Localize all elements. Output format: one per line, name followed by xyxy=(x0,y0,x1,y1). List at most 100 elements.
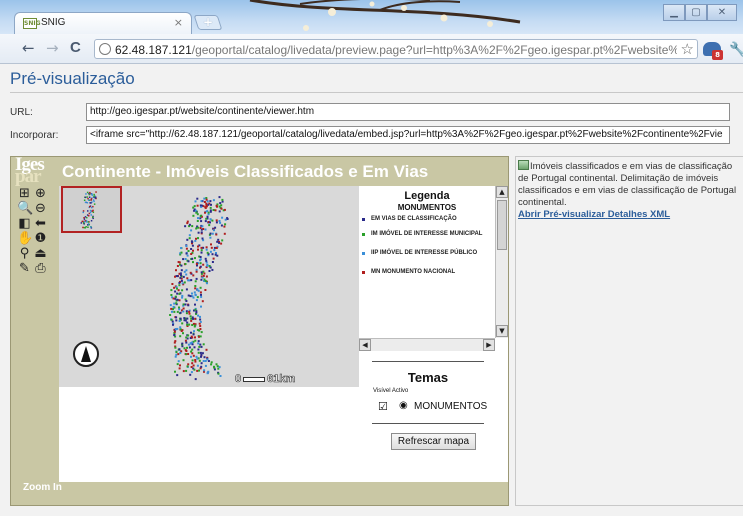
preview-link[interactable]: Pré-visualizar xyxy=(543,209,605,220)
details-link[interactable]: Detalhes xyxy=(608,209,648,220)
map-point xyxy=(184,263,187,265)
scroll-left-icon[interactable]: ◀ xyxy=(359,339,371,351)
map-point xyxy=(205,198,208,201)
zoom-previous-icon[interactable]: ◧ xyxy=(17,217,32,231)
reload-icon[interactable]: C xyxy=(70,39,81,56)
pan-hand-icon[interactable]: ✋ xyxy=(17,232,33,246)
zoom-mode-status: Zoom In xyxy=(23,482,62,493)
minimize-button[interactable]: ▁ xyxy=(663,4,685,21)
map-point xyxy=(198,359,201,362)
map-point xyxy=(177,360,180,363)
zoom-out-icon[interactable]: ⊖ xyxy=(33,202,48,216)
legend-title: Legenda xyxy=(404,190,450,202)
map-point xyxy=(176,292,179,295)
map-point xyxy=(190,355,192,358)
map-point xyxy=(221,216,224,219)
legend-item: MN MONUMENTO NACIONAL xyxy=(362,269,496,276)
map-point xyxy=(196,197,199,200)
open-link[interactable]: Abrir xyxy=(518,209,541,220)
map-point xyxy=(178,308,181,311)
map-point xyxy=(206,263,209,266)
overview-point xyxy=(87,210,89,212)
tab-close-icon[interactable]: × xyxy=(174,16,183,29)
refresh-map-button[interactable]: Refrescar mapa xyxy=(391,433,476,450)
map-point xyxy=(197,340,200,343)
map-point xyxy=(211,261,214,263)
map-point xyxy=(199,318,202,321)
map-point xyxy=(203,356,206,359)
map-point xyxy=(190,331,192,334)
find-binoculars-icon[interactable]: ⚲ xyxy=(17,247,32,261)
legend-swatch xyxy=(362,252,365,255)
map-point xyxy=(178,292,181,295)
new-tab-button[interactable]: + xyxy=(193,15,223,30)
map-point xyxy=(215,246,218,249)
scroll-right-icon[interactable]: ▶ xyxy=(483,339,495,351)
embed-field[interactable]: <iframe src="http://62.48.187.121/geopor… xyxy=(86,126,730,144)
map-point xyxy=(223,232,226,235)
layer-active-radio[interactable]: ◉ xyxy=(399,400,408,411)
map-point xyxy=(202,228,205,230)
layer-visible-checkbox[interactable]: ☑ xyxy=(378,400,388,413)
extension-badge: 8 xyxy=(712,50,723,60)
map-point xyxy=(184,339,187,342)
map-point xyxy=(181,322,184,325)
scroll-down-icon[interactable]: ▼ xyxy=(496,325,508,337)
legend-vertical-scrollbar[interactable]: ▲ ▼ xyxy=(495,186,508,338)
map-point xyxy=(193,291,196,294)
map-point xyxy=(200,249,203,252)
map-point xyxy=(170,294,173,296)
map-point xyxy=(181,294,184,297)
eraser-icon[interactable]: ✎ xyxy=(17,262,32,276)
map-point xyxy=(185,310,188,313)
wrench-menu-icon[interactable]: 🔧 xyxy=(729,42,743,58)
map-point xyxy=(179,335,182,338)
url-field[interactable]: http://geo.igespar.pt/website/continente… xyxy=(86,103,730,121)
map-point xyxy=(195,355,198,358)
map-point xyxy=(192,354,195,357)
print-icon[interactable]: ⎙ xyxy=(33,262,48,276)
measure-icon[interactable]: ⏏ xyxy=(33,247,48,261)
map-point xyxy=(209,250,212,253)
map-point xyxy=(176,298,179,301)
map-canvas[interactable]: 0 61km xyxy=(59,186,359,387)
map-point xyxy=(200,293,202,296)
map-point xyxy=(183,281,186,284)
legend-subtitle: MONUMENTOS xyxy=(397,203,457,212)
zoom-in-icon[interactable]: 🔍 xyxy=(17,202,33,216)
map-point xyxy=(203,201,206,203)
map-point xyxy=(188,237,191,240)
legend-horizontal-scrollbar[interactable]: ◀ ▶ xyxy=(359,338,495,351)
xml-link[interactable]: XML xyxy=(650,209,670,220)
map-point xyxy=(191,359,194,362)
bookmark-star-icon[interactable]: ☆ xyxy=(681,40,694,58)
map-point xyxy=(180,269,183,272)
scroll-thumb[interactable] xyxy=(497,200,507,250)
map-point xyxy=(197,217,199,220)
map-point xyxy=(195,227,198,230)
map-point xyxy=(187,250,190,252)
page-info-icon[interactable] xyxy=(99,43,111,55)
zoom-box-icon[interactable]: ⊕ xyxy=(33,187,48,201)
forward-icon[interactable]: → xyxy=(46,39,59,57)
overview-map[interactable] xyxy=(61,186,122,233)
map-point xyxy=(173,330,176,333)
map-point xyxy=(197,342,200,345)
legend-swatch xyxy=(362,233,365,236)
close-window-button[interactable]: ✕ xyxy=(707,4,737,21)
back-arrow-icon[interactable]: ⬅ xyxy=(33,217,48,231)
overview-point xyxy=(86,196,88,198)
map-point xyxy=(199,320,202,323)
maximize-button[interactable]: ▢ xyxy=(685,4,707,21)
overview-point xyxy=(84,196,87,199)
info-icon[interactable]: ❶ xyxy=(33,232,48,246)
address-bar[interactable]: 62.48.187.121/geoportal/catalog/livedata… xyxy=(94,39,698,59)
back-icon[interactable]: ← xyxy=(22,39,35,57)
zoom-extent-icon[interactable]: ⊞ xyxy=(17,187,32,201)
map-point xyxy=(205,259,208,262)
browser-tab[interactable]: SNIG SNIG × xyxy=(14,12,192,34)
map-point xyxy=(205,202,208,205)
map-point xyxy=(214,209,217,212)
scroll-up-icon[interactable]: ▲ xyxy=(496,186,508,198)
map-point xyxy=(179,328,182,331)
